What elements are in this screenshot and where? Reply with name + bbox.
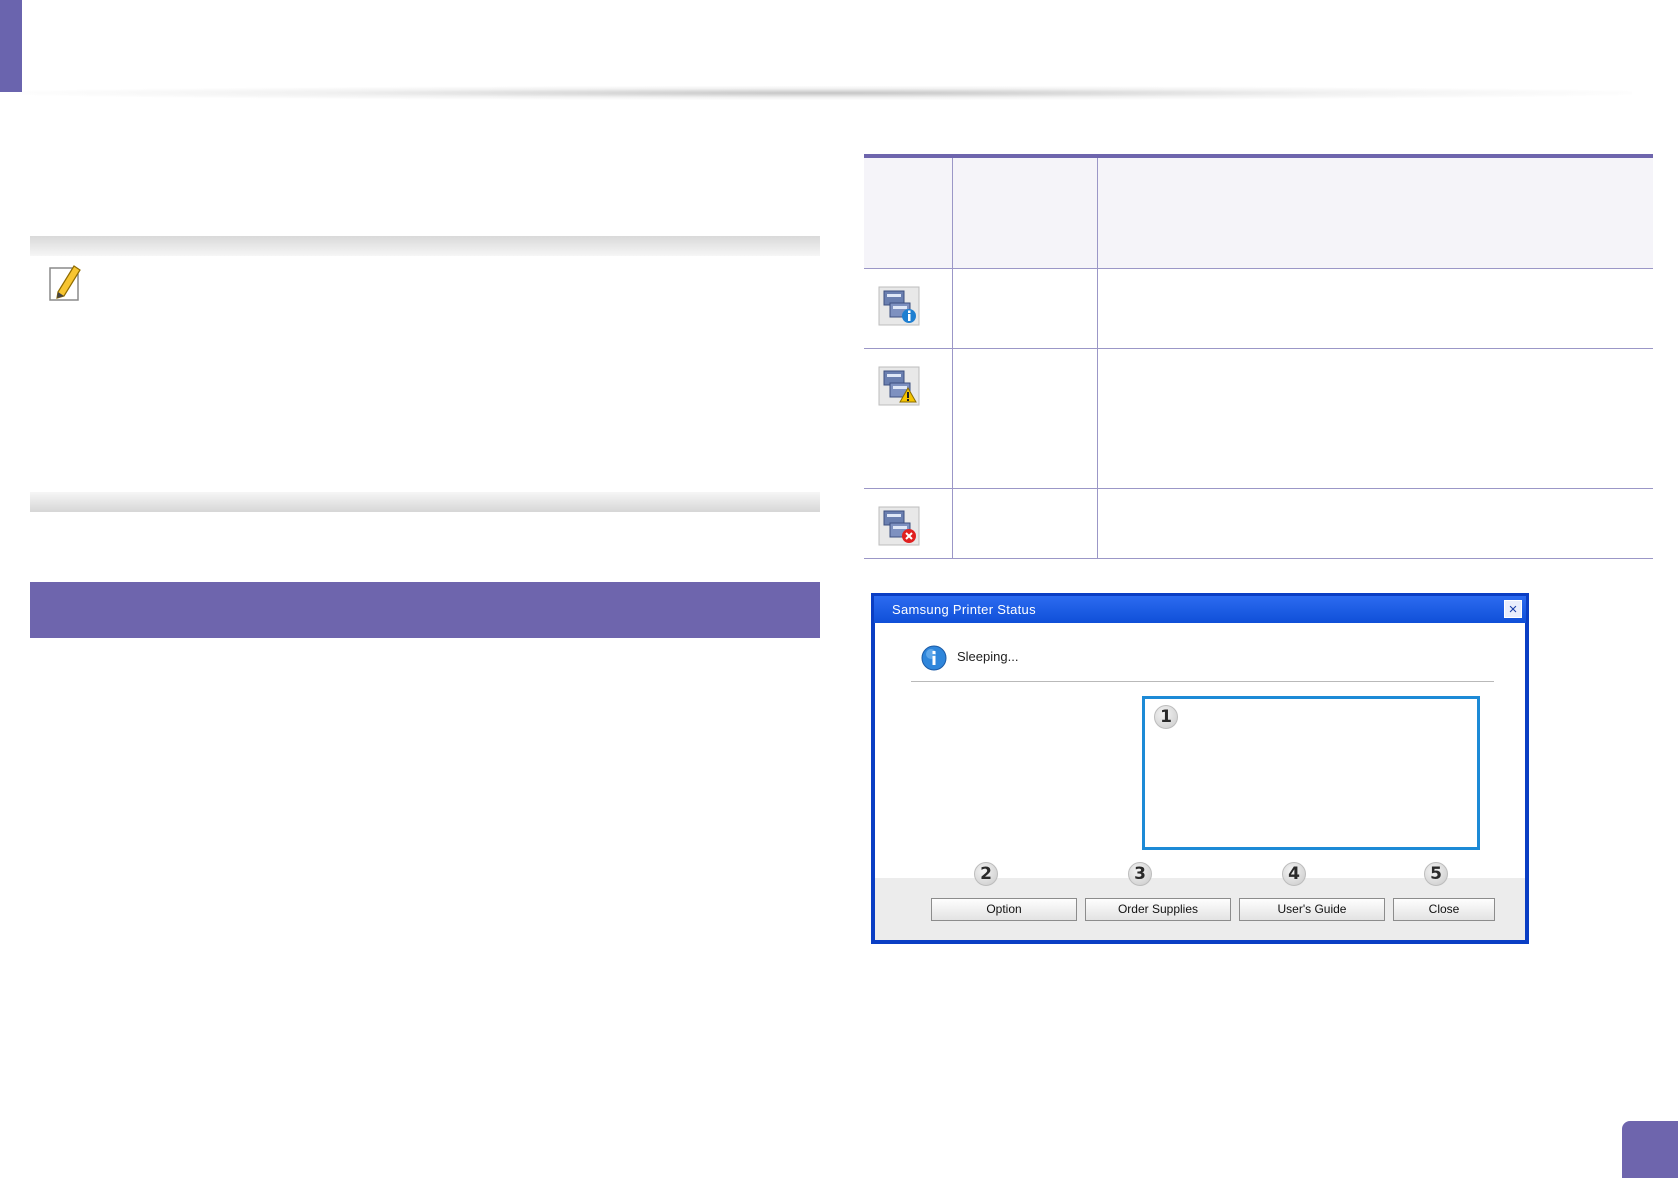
info-icon bbox=[921, 645, 947, 671]
message-area: 1 bbox=[1142, 696, 1480, 850]
note-box bbox=[30, 236, 820, 512]
dialog-titlebar[interactable]: Samsung Printer Status × bbox=[874, 596, 1526, 623]
column-divider bbox=[1097, 158, 1098, 559]
callout-5: 5 bbox=[1424, 862, 1448, 886]
printer-error-icon bbox=[878, 506, 920, 546]
note-pencil-icon bbox=[44, 262, 84, 304]
status-text: Sleeping... bbox=[957, 649, 1019, 664]
column-divider bbox=[952, 158, 953, 559]
dialog-title: Samsung Printer Status bbox=[892, 602, 1036, 617]
users-guide-button[interactable]: User's Guide bbox=[1239, 898, 1385, 921]
callout-2: 2 bbox=[974, 862, 998, 886]
section-header-band bbox=[30, 582, 820, 638]
status-icon-table bbox=[864, 154, 1653, 559]
row-divider bbox=[864, 488, 1653, 489]
option-button[interactable]: Option bbox=[931, 898, 1077, 921]
callout-1: 1 bbox=[1154, 705, 1178, 729]
button-strip: 2 3 4 5 Option Order Supplies User's Gui… bbox=[875, 862, 1525, 940]
order-supplies-button[interactable]: Order Supplies bbox=[1085, 898, 1231, 921]
row-divider bbox=[864, 558, 1653, 559]
dialog-separator bbox=[911, 681, 1494, 682]
printer-status-dialog: Samsung Printer Status × Sleeping... 1 2… bbox=[871, 593, 1529, 944]
header-accent-bar bbox=[0, 0, 22, 92]
printer-info-icon bbox=[878, 286, 920, 326]
close-button[interactable]: Close bbox=[1393, 898, 1495, 921]
note-bottom-bar bbox=[30, 492, 820, 512]
row-divider bbox=[864, 348, 1653, 349]
note-top-bar bbox=[30, 236, 820, 256]
header-divider bbox=[22, 86, 1632, 100]
row-divider bbox=[864, 268, 1653, 269]
table-header-row bbox=[864, 158, 1653, 268]
callout-4: 4 bbox=[1282, 862, 1306, 886]
printer-warning-icon bbox=[878, 366, 920, 406]
callout-3: 3 bbox=[1128, 862, 1152, 886]
dialog-body: Sleeping... 1 2 3 4 5 Option Order Suppl… bbox=[875, 623, 1525, 940]
dialog-close-button[interactable]: × bbox=[1504, 600, 1522, 618]
page-number-tab bbox=[1622, 1121, 1678, 1178]
